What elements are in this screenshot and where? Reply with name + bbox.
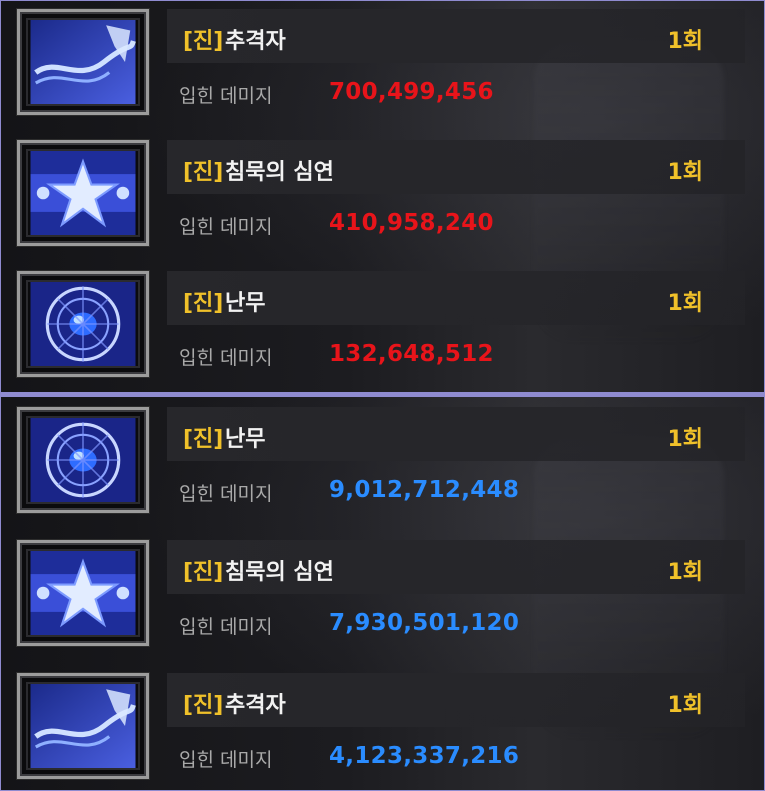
skill-name: 추격자 xyxy=(225,693,286,718)
skill-row[interactable]: [진] 침묵의 심연 1회 입힌 데미지 410,958,240 xyxy=(9,132,757,254)
skill-name-bar: [진] 침묵의 심연 1회 xyxy=(167,540,745,594)
skill-name-bar: [진] 침묵의 심연 1회 xyxy=(167,140,745,194)
hit-count: 1회 xyxy=(667,560,703,585)
skill-tag: [진] xyxy=(183,291,224,316)
skill-row[interactable]: [진] 난무 1회 입힌 데미지 9,012,712,448 xyxy=(9,399,757,521)
abyss-of-silence-skill-icon xyxy=(30,551,136,635)
skill-name-bar: [진] 난무 1회 xyxy=(167,407,745,461)
hit-count: 1회 xyxy=(667,29,703,54)
hit-count: 1회 xyxy=(667,427,703,452)
skill-name: 난무 xyxy=(225,427,266,452)
frenzy-skill-icon xyxy=(30,418,136,502)
bottom-damage-panel: [진] 난무 1회 입힌 데미지 9,012,712,448 [진] 침묵의 심… xyxy=(0,396,765,791)
skill-icon-frame xyxy=(17,673,149,779)
skill-name: 난무 xyxy=(225,291,266,316)
hit-count: 1회 xyxy=(667,693,703,718)
damage-label: 입힌 데미지 xyxy=(179,616,273,638)
skill-icon-frame xyxy=(17,407,149,513)
skill-name: 침묵의 심연 xyxy=(225,160,334,185)
skill-row[interactable]: [진] 추격자 1회 입힌 데미지 700,499,456 xyxy=(9,1,757,123)
skill-icon-frame xyxy=(17,9,149,115)
skill-name: 추격자 xyxy=(225,29,286,54)
hit-count: 1회 xyxy=(667,291,703,316)
chaser-skill-icon xyxy=(30,20,136,104)
damage-label: 입힌 데미지 xyxy=(179,483,273,505)
damage-label: 입힌 데미지 xyxy=(179,85,273,107)
damage-label: 입힌 데미지 xyxy=(179,347,273,369)
skill-tag: [진] xyxy=(183,560,224,585)
top-damage-panel: [진] 추격자 1회 입힌 데미지 700,499,456 [진] 침묵의 심연… xyxy=(0,0,765,394)
skill-icon-frame xyxy=(17,140,149,246)
frenzy-skill-icon xyxy=(30,282,136,366)
skill-tag: [진] xyxy=(183,693,224,718)
skill-icon-frame xyxy=(17,540,149,646)
skill-tag: [진] xyxy=(183,427,224,452)
damage-value: 4,123,337,216 xyxy=(329,743,520,769)
damage-value: 410,958,240 xyxy=(329,210,494,236)
damage-value: 7,930,501,120 xyxy=(329,610,520,636)
damage-value: 9,012,712,448 xyxy=(329,477,520,503)
skill-row[interactable]: [진] 침묵의 심연 1회 입힌 데미지 7,930,501,120 xyxy=(9,532,757,654)
skill-icon-frame xyxy=(17,271,149,377)
skill-tag: [진] xyxy=(183,29,224,54)
hit-count: 1회 xyxy=(667,160,703,185)
skill-tag: [진] xyxy=(183,160,224,185)
skill-name-bar: [진] 추격자 1회 xyxy=(167,9,745,63)
damage-value: 700,499,456 xyxy=(329,79,494,105)
damage-label: 입힌 데미지 xyxy=(179,216,273,238)
abyss-of-silence-skill-icon xyxy=(30,151,136,235)
chaser-skill-icon xyxy=(30,684,136,768)
skill-name-bar: [진] 추격자 1회 xyxy=(167,673,745,727)
skill-name-bar: [진] 난무 1회 xyxy=(167,271,745,325)
skill-row[interactable]: [진] 추격자 1회 입힌 데미지 4,123,337,216 xyxy=(9,665,757,787)
damage-value: 132,648,512 xyxy=(329,341,494,367)
skill-name: 침묵의 심연 xyxy=(225,560,334,585)
skill-row[interactable]: [진] 난무 1회 입힌 데미지 132,648,512 xyxy=(9,263,757,385)
damage-label: 입힌 데미지 xyxy=(179,749,273,771)
